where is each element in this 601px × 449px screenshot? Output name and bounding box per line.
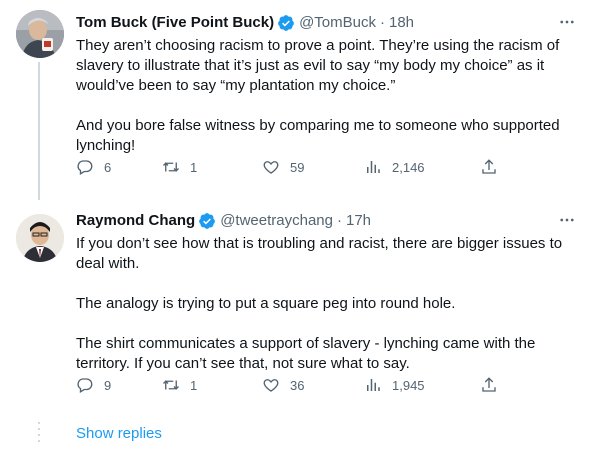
analytics-icon [367,379,380,391]
like-button[interactable]: 36 [262,374,304,396]
reply-icon [77,378,93,393]
reply-icon [77,160,93,175]
tweet-paragraph: If you don’t see how that is troubling a… [76,235,563,272]
retweet-icon [163,162,179,172]
heart-icon [263,379,279,392]
views-button[interactable]: 2,146 [364,156,425,178]
retweet-button[interactable]: 1 [162,156,197,178]
tweet-paragraph: The shirt communicates a support of slav… [76,335,536,372]
share-button[interactable] [480,156,498,178]
more-options-icon[interactable] [555,10,579,34]
tweet-header: Tom Buck (Five Point Buck) @TomBuck · 18… [76,12,589,34]
show-replies-link[interactable]: Show replies [76,424,162,444]
tweet-paragraph: And you bore false witness by comparing … [76,117,560,154]
retweet-button[interactable]: 1 [162,374,197,396]
avatar[interactable] [16,10,64,58]
tweet-text: If you don’t see how that is troubling a… [76,234,589,374]
retweet-count: 1 [190,377,198,393]
verified-badge-icon [199,213,216,229]
like-count: 36 [290,377,305,393]
views-count: 1,945 [392,377,425,393]
tweet-text: They aren’t choosing racism to prove a p… [76,36,589,156]
avatar[interactable] [16,214,64,262]
reply-button[interactable]: 9 [76,374,111,396]
analytics-icon [367,161,380,173]
tweet-tom-buck[interactable]: Tom Buck (Five Point Buck) @TomBuck · 18… [0,0,601,200]
separator-dot: · [336,212,342,229]
verified-badge-icon [278,15,294,31]
thread-dotted-line [38,422,40,446]
tweet-raymond-chang[interactable]: Raymond Chang @tweetraychang · 17h If yo… [0,200,601,416]
share-icon [482,377,496,392]
tweet-actions: 6 1 59 2,146 [76,156,601,178]
heart-icon [263,161,279,174]
views-count: 2,146 [392,159,425,175]
retweet-icon [163,380,179,390]
reply-count: 9 [104,377,112,393]
views-button[interactable]: 1,945 [364,374,425,396]
share-button[interactable] [480,374,498,396]
timestamp[interactable]: 18h [389,13,414,33]
timestamp[interactable]: 17h [346,211,371,231]
reply-button[interactable]: 6 [76,156,111,178]
like-count: 59 [290,159,305,175]
tweet-paragraph: The analogy is trying to put a square pe… [76,295,456,312]
separator-dot: · [380,14,385,31]
tweet-actions: 9 1 36 1,945 [76,374,601,396]
share-icon [482,159,496,174]
tweet-paragraph: They aren’t choosing racism to prove a p… [76,37,560,94]
author-handle[interactable]: @tweetraychang [220,211,333,231]
show-replies-row: Show replies [0,416,601,449]
reply-count: 6 [104,159,112,175]
author-name[interactable]: Raymond Chang [76,211,195,231]
author-name[interactable]: Tom Buck (Five Point Buck) [76,13,274,33]
thread-connector-line [38,62,40,200]
like-button[interactable]: 59 [262,156,304,178]
tweet-header: Raymond Chang @tweetraychang · 17h [76,210,589,232]
retweet-count: 1 [190,159,198,175]
more-options-icon[interactable] [555,208,579,232]
author-handle[interactable]: @TomBuck [299,13,376,33]
